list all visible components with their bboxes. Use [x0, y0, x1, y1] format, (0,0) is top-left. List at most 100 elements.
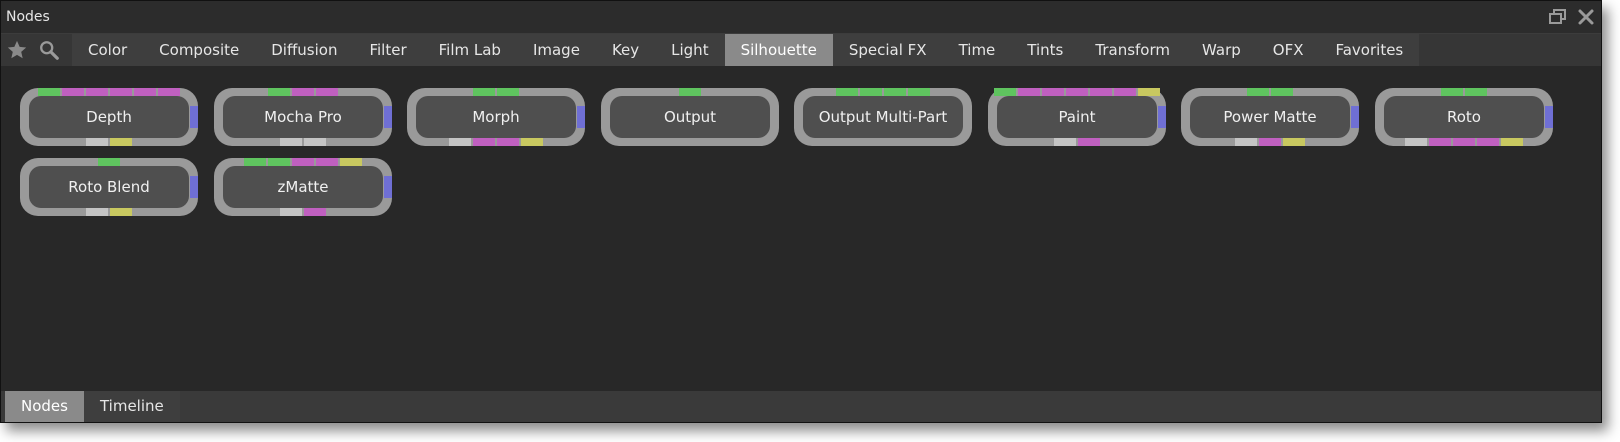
star-icon[interactable]: [5, 38, 29, 62]
magenta-port[interactable]: [292, 88, 314, 96]
restore-icon[interactable]: [1547, 7, 1569, 27]
tab-warp[interactable]: Warp: [1186, 34, 1257, 66]
green-port[interactable]: [1465, 88, 1487, 96]
tab-image[interactable]: Image: [517, 34, 596, 66]
green-port[interactable]: [1271, 88, 1293, 96]
side-port[interactable]: [1545, 106, 1553, 128]
green-port[interactable]: [836, 88, 858, 96]
magenta-port[interactable]: [1477, 138, 1499, 146]
gray-port[interactable]: [449, 138, 471, 146]
magenta-port[interactable]: [1429, 138, 1451, 146]
tab-diffusion[interactable]: Diffusion: [255, 34, 353, 66]
tab-color[interactable]: Color: [72, 34, 143, 66]
tab-transform[interactable]: Transform: [1079, 34, 1186, 66]
side-port[interactable]: [1158, 106, 1166, 128]
magenta-port[interactable]: [497, 138, 519, 146]
magenta-port[interactable]: [134, 88, 156, 96]
title-bar: Nodes: [1, 1, 1601, 33]
gray-port[interactable]: [280, 138, 302, 146]
yellow-port[interactable]: [110, 208, 132, 216]
tab-ofx[interactable]: OFX: [1257, 34, 1320, 66]
magenta-port[interactable]: [292, 158, 314, 166]
green-port[interactable]: [860, 88, 882, 96]
yellow-port[interactable]: [1501, 138, 1523, 146]
green-port[interactable]: [268, 88, 290, 96]
magenta-port[interactable]: [1078, 138, 1100, 146]
gray-port[interactable]: [1405, 138, 1427, 146]
node-roto-blend[interactable]: Roto Blend: [20, 158, 198, 216]
node-label: Output Multi-Part: [818, 108, 948, 126]
magenta-port[interactable]: [316, 88, 338, 96]
yellow-port[interactable]: [340, 158, 362, 166]
tab-tints[interactable]: Tints: [1011, 34, 1079, 66]
magenta-port[interactable]: [1018, 88, 1040, 96]
yellow-port[interactable]: [1283, 138, 1305, 146]
bottom-tab-timeline[interactable]: Timeline: [83, 391, 180, 422]
bottom-tab-nodes[interactable]: Nodes: [5, 391, 84, 422]
node-output[interactable]: Output: [601, 88, 779, 146]
tab-film-lab[interactable]: Film Lab: [423, 34, 517, 66]
side-port[interactable]: [190, 106, 198, 128]
green-port[interactable]: [908, 88, 930, 96]
node-power-matte[interactable]: Power Matte: [1181, 88, 1359, 146]
green-port[interactable]: [994, 88, 1016, 96]
node-zmatte[interactable]: zMatte: [214, 158, 392, 216]
node-paint[interactable]: Paint: [988, 88, 1166, 146]
node-depth[interactable]: Depth: [20, 88, 198, 146]
yellow-port[interactable]: [110, 138, 132, 146]
side-port[interactable]: [384, 106, 392, 128]
gray-port[interactable]: [1235, 138, 1257, 146]
magenta-port[interactable]: [1042, 88, 1064, 96]
tab-light[interactable]: Light: [655, 34, 724, 66]
green-port[interactable]: [884, 88, 906, 96]
tab-filter[interactable]: Filter: [353, 34, 422, 66]
magenta-port[interactable]: [1453, 138, 1475, 146]
magenta-port[interactable]: [1114, 88, 1136, 96]
gray-port[interactable]: [280, 208, 302, 216]
node-roto[interactable]: Roto: [1375, 88, 1553, 146]
gray-port[interactable]: [86, 138, 108, 146]
magenta-port[interactable]: [86, 88, 108, 96]
green-port[interactable]: [244, 158, 266, 166]
yellow-port[interactable]: [521, 138, 543, 146]
green-port[interactable]: [1441, 88, 1463, 96]
green-port[interactable]: [98, 158, 120, 166]
magenta-port[interactable]: [1090, 88, 1112, 96]
node-morph[interactable]: Morph: [407, 88, 585, 146]
node-input-ports: [679, 88, 701, 96]
search-icon[interactable]: [37, 38, 61, 62]
close-icon[interactable]: [1575, 7, 1597, 27]
magenta-port[interactable]: [304, 208, 326, 216]
green-port[interactable]: [38, 88, 60, 96]
tab-special-fx[interactable]: Special FX: [833, 34, 943, 66]
magenta-port[interactable]: [158, 88, 180, 96]
magenta-port[interactable]: [316, 158, 338, 166]
green-port[interactable]: [497, 88, 519, 96]
side-port[interactable]: [1351, 106, 1359, 128]
side-port[interactable]: [190, 176, 198, 198]
green-port[interactable]: [473, 88, 495, 96]
green-port[interactable]: [679, 88, 701, 96]
green-port[interactable]: [268, 158, 290, 166]
yellow-port[interactable]: [1138, 88, 1160, 96]
tab-silhouette[interactable]: Silhouette: [724, 34, 833, 66]
magenta-port[interactable]: [1259, 138, 1281, 146]
tab-favorites[interactable]: Favorites: [1319, 34, 1419, 66]
magenta-port[interactable]: [1066, 88, 1088, 96]
tab-composite[interactable]: Composite: [143, 34, 255, 66]
gray-port[interactable]: [304, 138, 326, 146]
magenta-port[interactable]: [62, 88, 84, 96]
gray-port[interactable]: [1054, 138, 1076, 146]
magenta-port[interactable]: [110, 88, 132, 96]
node-mocha-pro[interactable]: Mocha Pro: [214, 88, 392, 146]
window-controls: [1547, 7, 1597, 27]
green-port[interactable]: [1247, 88, 1269, 96]
side-port[interactable]: [577, 106, 585, 128]
magenta-port[interactable]: [473, 138, 495, 146]
node-output-multi-part[interactable]: Output Multi-Part: [794, 88, 972, 146]
node-output-ports: [280, 138, 326, 146]
gray-port[interactable]: [86, 208, 108, 216]
tab-time[interactable]: Time: [943, 34, 1012, 66]
side-port[interactable]: [384, 176, 392, 198]
tab-key[interactable]: Key: [596, 34, 655, 66]
